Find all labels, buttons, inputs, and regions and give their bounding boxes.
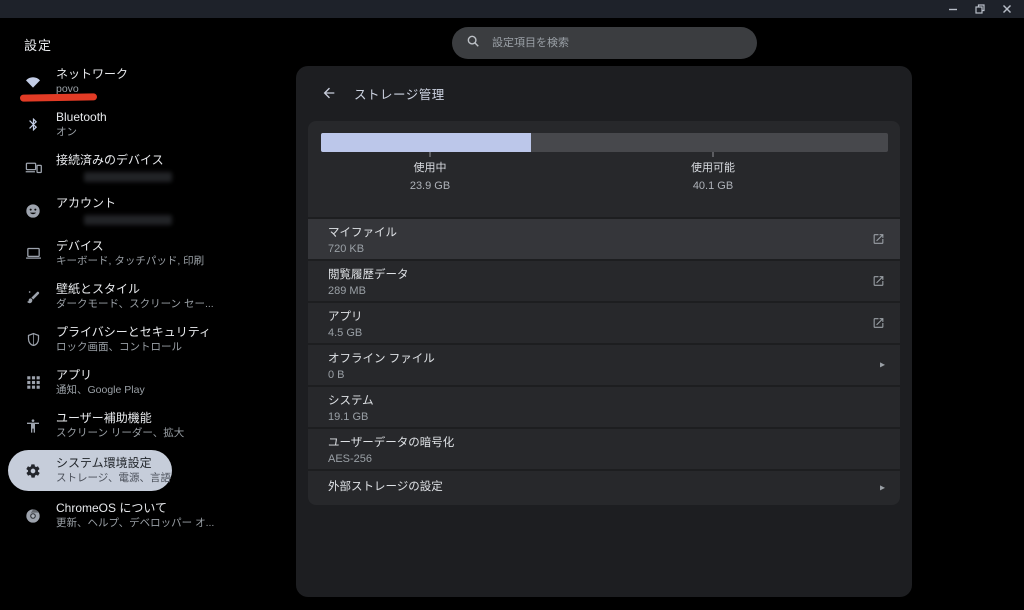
- sidebar-item-about-chromeos[interactable]: ChromeOS について 更新、ヘルプ、デベロッパー オ...: [0, 494, 296, 537]
- available-label: 使用可能: [691, 161, 735, 176]
- sidebar-item-label: ユーザー補助機能: [56, 411, 184, 426]
- storage-summary: 使用中 23.9 GB 使用可能 40.1 GB: [308, 121, 900, 217]
- redacted-sublabel: [84, 172, 172, 182]
- window-controls: [948, 4, 1024, 14]
- brush-icon: [24, 288, 42, 306]
- sidebar-item-bluetooth[interactable]: Bluetooth オン: [0, 103, 296, 146]
- row-label: ユーザーデータの暗号化: [328, 436, 884, 451]
- external-link-icon: [872, 275, 885, 288]
- sidebar-item-label: デバイス: [56, 239, 204, 254]
- external-link-icon: [872, 233, 885, 246]
- sidebar-item-connected-devices[interactable]: 接続済みのデバイス: [0, 146, 296, 189]
- sidebar-item-device[interactable]: デバイス キーボード, タッチパッド, 印刷: [0, 232, 296, 275]
- sidebar-item-privacy[interactable]: プライバシーとセキュリティ ロック画面、コントロール: [0, 318, 296, 361]
- row-label: オフライン ファイル: [328, 352, 884, 367]
- row-value: 0 B: [328, 368, 884, 382]
- minimize-button[interactable]: [948, 4, 958, 14]
- row-system[interactable]: システム 19.1 GB: [308, 385, 900, 427]
- row-label: 外部ストレージの設定: [328, 480, 443, 495]
- row-value: 19.1 GB: [328, 410, 884, 424]
- sidebar-item-sublabel: 通知、Google Play: [56, 384, 145, 397]
- available-tick: [712, 152, 714, 157]
- available-value: 40.1 GB: [691, 179, 735, 194]
- storage-card: 使用中 23.9 GB 使用可能 40.1 GB マイファイル 720 KB 閲…: [308, 121, 900, 505]
- row-my-files[interactable]: マイファイル 720 KB: [308, 217, 900, 259]
- available-summary: 使用可能 40.1 GB: [691, 161, 735, 195]
- page-title: ストレージ管理: [354, 84, 445, 103]
- sidebar-item-label: Bluetooth: [56, 110, 107, 125]
- sidebar-item-label: 接続済みのデバイス: [56, 153, 172, 168]
- laptop-icon: [24, 245, 42, 263]
- sidebar-item-sublabel: キーボード, タッチパッド, 印刷: [56, 255, 204, 268]
- connected-devices-icon: [24, 159, 42, 177]
- row-label: 閲覧履歴データ: [328, 268, 884, 283]
- sidebar-item-sublabel: 更新、ヘルプ、デベロッパー オ...: [56, 517, 214, 530]
- row-apps[interactable]: アプリ 4.5 GB: [308, 301, 900, 343]
- app-title: 設定: [24, 35, 52, 54]
- used-label: 使用中: [410, 161, 450, 176]
- storage-bar-fill: [321, 133, 531, 152]
- sidebar-item-label: ネットワーク: [56, 67, 128, 82]
- chevron-right-icon: ▸: [880, 360, 885, 371]
- sidebar-item-accessibility[interactable]: ユーザー補助機能 スクリーン リーダー、拡大: [0, 404, 296, 447]
- sidebar-nav: ネットワーク povo Bluetooth オン 接続済みのデバイス アカウント…: [0, 60, 296, 537]
- row-external-storage[interactable]: 外部ストレージの設定 ▸: [308, 469, 900, 504]
- search-input[interactable]: [492, 37, 722, 49]
- bluetooth-icon: [24, 116, 42, 134]
- sidebar-item-sublabel: オン: [56, 126, 107, 139]
- used-summary: 使用中 23.9 GB: [410, 161, 450, 195]
- redacted-sublabel: [84, 215, 172, 225]
- window-titlebar: [0, 0, 1024, 18]
- storage-bar: [321, 133, 888, 152]
- search-icon: [466, 34, 480, 53]
- sidebar-item-system-preferences[interactable]: システム環境設定 ストレージ、電源、言語: [0, 447, 296, 494]
- row-browsing-data[interactable]: 閲覧履歴データ 289 MB: [308, 259, 900, 301]
- sidebar-item-label: アプリ: [56, 368, 145, 383]
- row-value: 289 MB: [328, 284, 884, 298]
- sidebar-item-label: 壁紙とスタイル: [56, 282, 214, 297]
- gear-icon: [24, 462, 42, 480]
- panel-header: ストレージ管理: [296, 66, 912, 120]
- sidebar-item-label: システム環境設定: [56, 456, 171, 471]
- row-value: AES-256: [328, 452, 884, 466]
- row-value: 720 KB: [328, 242, 884, 256]
- sidebar-item-sublabel: スクリーン リーダー、拡大: [56, 427, 184, 440]
- storage-panel: ストレージ管理 使用中 23.9 GB 使用可能 40.1 GB マイファイル …: [296, 66, 912, 597]
- sidebar-item-sublabel: ロック画面、コントロール: [56, 341, 211, 354]
- chromeos-icon: [24, 507, 42, 525]
- sidebar-item-network[interactable]: ネットワーク povo: [0, 60, 296, 103]
- close-button[interactable]: [1002, 4, 1012, 14]
- sidebar-item-personalization[interactable]: 壁紙とスタイル ダークモード、スクリーン セー...: [0, 275, 296, 318]
- used-value: 23.9 GB: [410, 179, 450, 194]
- account-icon: [24, 202, 42, 220]
- settings-search-bar[interactable]: [452, 27, 757, 59]
- restore-button[interactable]: [975, 4, 985, 14]
- shield-icon: [24, 331, 42, 349]
- back-button[interactable]: [318, 82, 340, 104]
- sidebar-item-sublabel: ストレージ、電源、言語: [56, 472, 171, 485]
- row-offline-files[interactable]: オフライン ファイル 0 B ▸: [308, 343, 900, 385]
- used-tick: [429, 152, 431, 157]
- row-label: アプリ: [328, 310, 884, 325]
- chevron-right-icon: ▸: [880, 482, 885, 493]
- sidebar-item-label: ChromeOS について: [56, 501, 214, 516]
- sidebar-item-label: プライバシーとセキュリティ: [56, 325, 211, 340]
- row-encryption[interactable]: ユーザーデータの暗号化 AES-256: [308, 427, 900, 469]
- external-link-icon: [872, 317, 885, 330]
- sidebar-item-apps[interactable]: アプリ 通知、Google Play: [0, 361, 296, 404]
- sidebar-item-accounts[interactable]: アカウント: [0, 189, 296, 232]
- accessibility-icon: [24, 417, 42, 435]
- storage-rows: マイファイル 720 KB 閲覧履歴データ 289 MB アプリ 4.5 GB …: [308, 217, 900, 504]
- red-marker-annotation: [20, 93, 97, 101]
- sidebar-item-label: アカウント: [56, 196, 172, 211]
- row-value: 4.5 GB: [328, 326, 884, 340]
- row-label: マイファイル: [328, 226, 884, 241]
- apps-grid-icon: [24, 374, 42, 392]
- row-label: システム: [328, 394, 884, 409]
- wifi-icon: [24, 73, 42, 91]
- sidebar-item-sublabel: ダークモード、スクリーン セー...: [56, 298, 214, 311]
